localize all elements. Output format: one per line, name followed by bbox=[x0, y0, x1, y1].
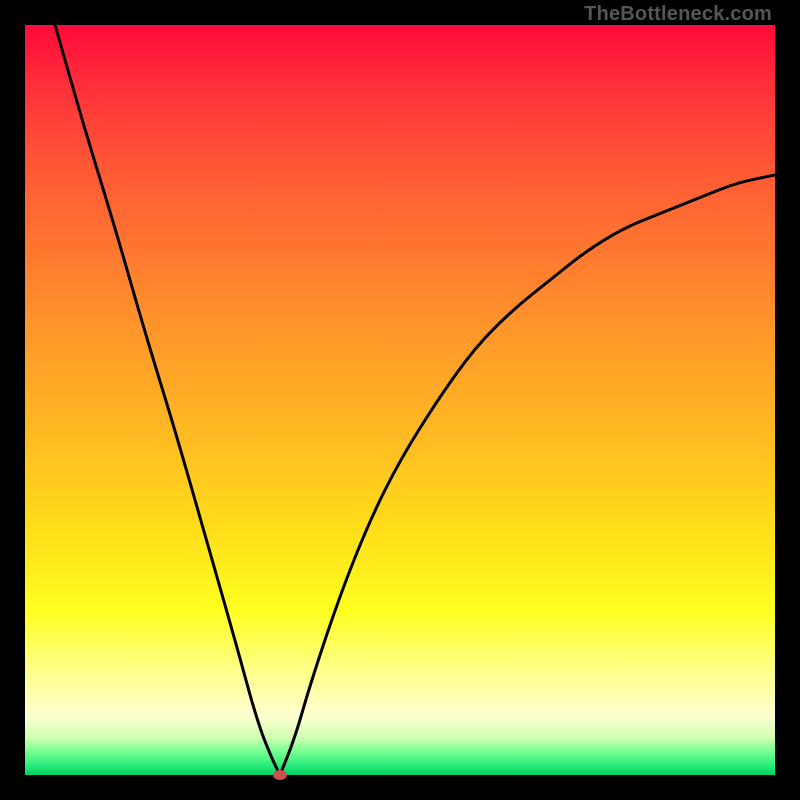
chart-frame: TheBottleneck.com bbox=[0, 0, 800, 800]
attribution-text: TheBottleneck.com bbox=[584, 3, 772, 26]
curve-svg bbox=[25, 25, 775, 775]
plot-area bbox=[25, 25, 775, 775]
optimum-marker bbox=[273, 770, 287, 780]
bottleneck-curve bbox=[55, 25, 775, 775]
